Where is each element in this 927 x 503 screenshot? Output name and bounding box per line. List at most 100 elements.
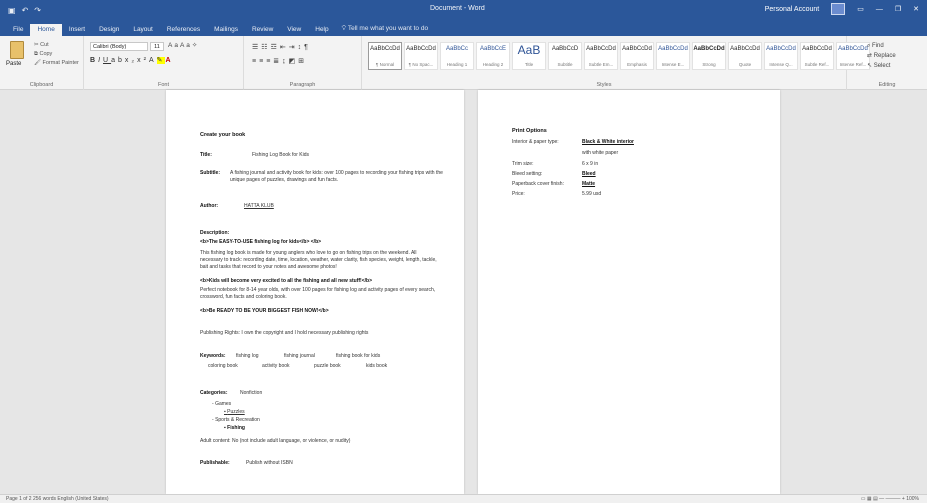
style-no-spacing[interactable]: AaBbCcDd ¶ No Spac... — [404, 42, 438, 70]
tab-design[interactable]: Design — [92, 24, 126, 36]
change-case-icon[interactable]: Aa — [180, 42, 192, 49]
bold-icon[interactable]: B — [90, 57, 98, 64]
maximize-button[interactable]: ❐ — [895, 5, 901, 13]
title-value: Fishing Log Book for Kids — [252, 152, 309, 158]
tab-file[interactable]: File — [6, 24, 30, 36]
shading-icon[interactable]: ◩ — [289, 58, 299, 65]
style-sample: AaBbCcDd — [622, 46, 652, 52]
title-label: Title: — [200, 152, 212, 158]
undo-icon[interactable]: ↶ — [22, 6, 29, 15]
styles-group: AaBbCcDd ¶ Normal AaBbCcDd ¶ No Spac... Aa… — [362, 36, 870, 90]
font-size-tools: AaAa✧ — [168, 41, 199, 49]
paste-icon[interactable] — [10, 41, 24, 59]
tab-home[interactable]: Home — [30, 24, 62, 36]
tell-me-search[interactable]: 💡︎ Tell me what you want to do — [342, 25, 428, 36]
increase-indent-icon[interactable]: ⇥ — [289, 44, 298, 51]
style-name: Subtitle — [557, 62, 573, 67]
multilevel-list-icon[interactable]: ☲ — [271, 44, 280, 51]
decrease-indent-icon[interactable]: ⇤ — [280, 44, 289, 51]
document-page-2[interactable]: Print Options Interior & paper type: Bla… — [478, 90, 780, 494]
style-quote[interactable]: AaBbCcDd Quote — [728, 42, 762, 70]
bullets-icon[interactable]: ☰ — [252, 44, 261, 51]
close-button[interactable]: ✕ — [913, 5, 919, 13]
redo-icon[interactable]: ↷ — [34, 6, 41, 15]
superscript-icon[interactable]: x² — [137, 57, 149, 64]
show-marks-icon[interactable]: ¶ — [304, 44, 311, 51]
category-sports: Sports & Recreation — [215, 417, 260, 423]
text-effects-icon[interactable]: A — [149, 57, 157, 64]
title-bar-right: Personal Account ▭ — ❐ ✕ — [765, 3, 919, 15]
borders-icon[interactable]: ⊞ — [298, 58, 307, 65]
paste-button[interactable]: Paste — [6, 61, 21, 67]
style-heading-1[interactable]: AaBbCc Heading 1 — [440, 42, 474, 70]
select-button[interactable]: ↖ Select — [867, 61, 896, 71]
ribbon-tabs: File Home Insert Design Layout Reference… — [0, 20, 927, 36]
ribbon-display-options-icon[interactable]: ▭ — [857, 5, 864, 13]
style-strong[interactable]: AaBbCcDd Strong — [692, 42, 726, 70]
style-name: Intense E... — [661, 62, 685, 67]
style-intense-emphasis[interactable]: AaBbCcDd Intense E... — [656, 42, 690, 70]
style-subtle-reference[interactable]: AaBbCcDd Subtle Ref... — [800, 42, 834, 70]
user-name[interactable]: Personal Account — [765, 6, 819, 13]
quick-access-toolbar: ▣ ↶ ↷ — [0, 6, 120, 15]
styles-group-label: Styles — [596, 82, 612, 88]
style-name: ¶ No Spac... — [408, 62, 434, 67]
underline-icon[interactable]: U — [103, 57, 111, 64]
keyword-4: coloring book — [208, 363, 238, 369]
publishable-label: Publishable: — [200, 460, 230, 466]
find-label: Find — [872, 43, 884, 49]
style-emphasis[interactable]: AaBbCcDd Emphasis — [620, 42, 654, 70]
description-line-1: <b>The EASY-TO-USE fishing log for kids<… — [200, 239, 322, 245]
style-sample: AaB — [517, 43, 541, 57]
select-icon: ↖ — [867, 63, 874, 69]
tab-insert[interactable]: Insert — [62, 24, 92, 36]
tab-review[interactable]: Review — [245, 24, 280, 36]
tab-layout[interactable]: Layout — [126, 24, 160, 36]
font-name-dropdown[interactable]: Calibri (Body) — [90, 42, 148, 51]
view-zoom-controls[interactable]: ▭ ▦ ▤ — ——— + 100% — [861, 496, 919, 502]
tab-view[interactable]: View — [280, 24, 308, 36]
tab-help[interactable]: Help — [308, 24, 335, 36]
keyword-7: kids book — [366, 363, 388, 369]
subscript-icon[interactable]: x₂ — [125, 57, 137, 64]
style-name: Heading 1 — [446, 62, 468, 67]
font-color-icon[interactable]: A — [165, 57, 173, 64]
keyword-2: fishing journal — [284, 353, 315, 359]
avatar[interactable] — [831, 3, 846, 15]
style-sample: AaBbCcDd — [693, 46, 725, 52]
style-subtitle[interactable]: AaBbCcD Subtitle — [548, 42, 582, 70]
tab-references[interactable]: References — [160, 24, 207, 36]
style-title[interactable]: AaB Title — [512, 42, 546, 70]
paragraph-group: ☰☷☲⇤⇥↕¶ ≡≡≡≣↨◩⊞ Paragraph — [244, 36, 362, 90]
print-options-heading: Print Options — [512, 128, 547, 134]
keyword-3: fishing book for kids — [336, 353, 381, 359]
style-heading-2[interactable]: AaBbCcE Heading 2 — [476, 42, 510, 70]
category-line-4: ▪ Fishing — [224, 425, 245, 431]
style-name: ¶ Normal — [375, 62, 395, 67]
style-name: Emphasis — [627, 62, 647, 67]
category-games: Games — [215, 401, 232, 407]
replace-button[interactable]: ⇄ Replace — [867, 51, 896, 61]
justify-icon[interactable]: ≣ — [273, 58, 282, 65]
cut-button[interactable]: ✂ Cut — [34, 41, 79, 50]
tab-mailings[interactable]: Mailings — [207, 24, 245, 36]
subtitle-value: A fishing journal and activity book for … — [230, 170, 443, 183]
font-size-dropdown[interactable]: 11 — [150, 42, 164, 51]
style-name: Strong — [702, 62, 716, 67]
format-painter-button[interactable]: 🖌︎ Format Painter — [34, 59, 79, 68]
clipboard-group: Paste ✂ Cut ⧉ Copy 🖌︎ Format Painter Cli… — [0, 36, 84, 90]
category-line-3: - Sports & Recreation — [212, 417, 260, 423]
find-button[interactable]: ⌕ Find — [867, 41, 896, 51]
strikethrough-icon[interactable]: ab — [111, 57, 125, 64]
document-page-1[interactable]: Create your book Title: Fishing Log Book… — [166, 90, 464, 494]
numbering-icon[interactable]: ☷ — [261, 44, 270, 51]
editing-group-label: Editing — [878, 82, 896, 88]
page-heading: Create your book — [200, 132, 246, 138]
clear-formatting-icon[interactable]: ✧ — [192, 42, 199, 49]
save-icon[interactable]: ▣ — [8, 6, 16, 15]
style-subtle-emphasis[interactable]: AaBbCcDd Subtle Em... — [584, 42, 618, 70]
copy-button[interactable]: ⧉ Copy — [34, 50, 79, 59]
minimize-button[interactable]: — — [876, 6, 883, 13]
style-normal[interactable]: AaBbCcDd ¶ Normal — [368, 42, 402, 70]
style-intense-quote[interactable]: AaBbCcDd Intense Q... — [764, 42, 798, 70]
